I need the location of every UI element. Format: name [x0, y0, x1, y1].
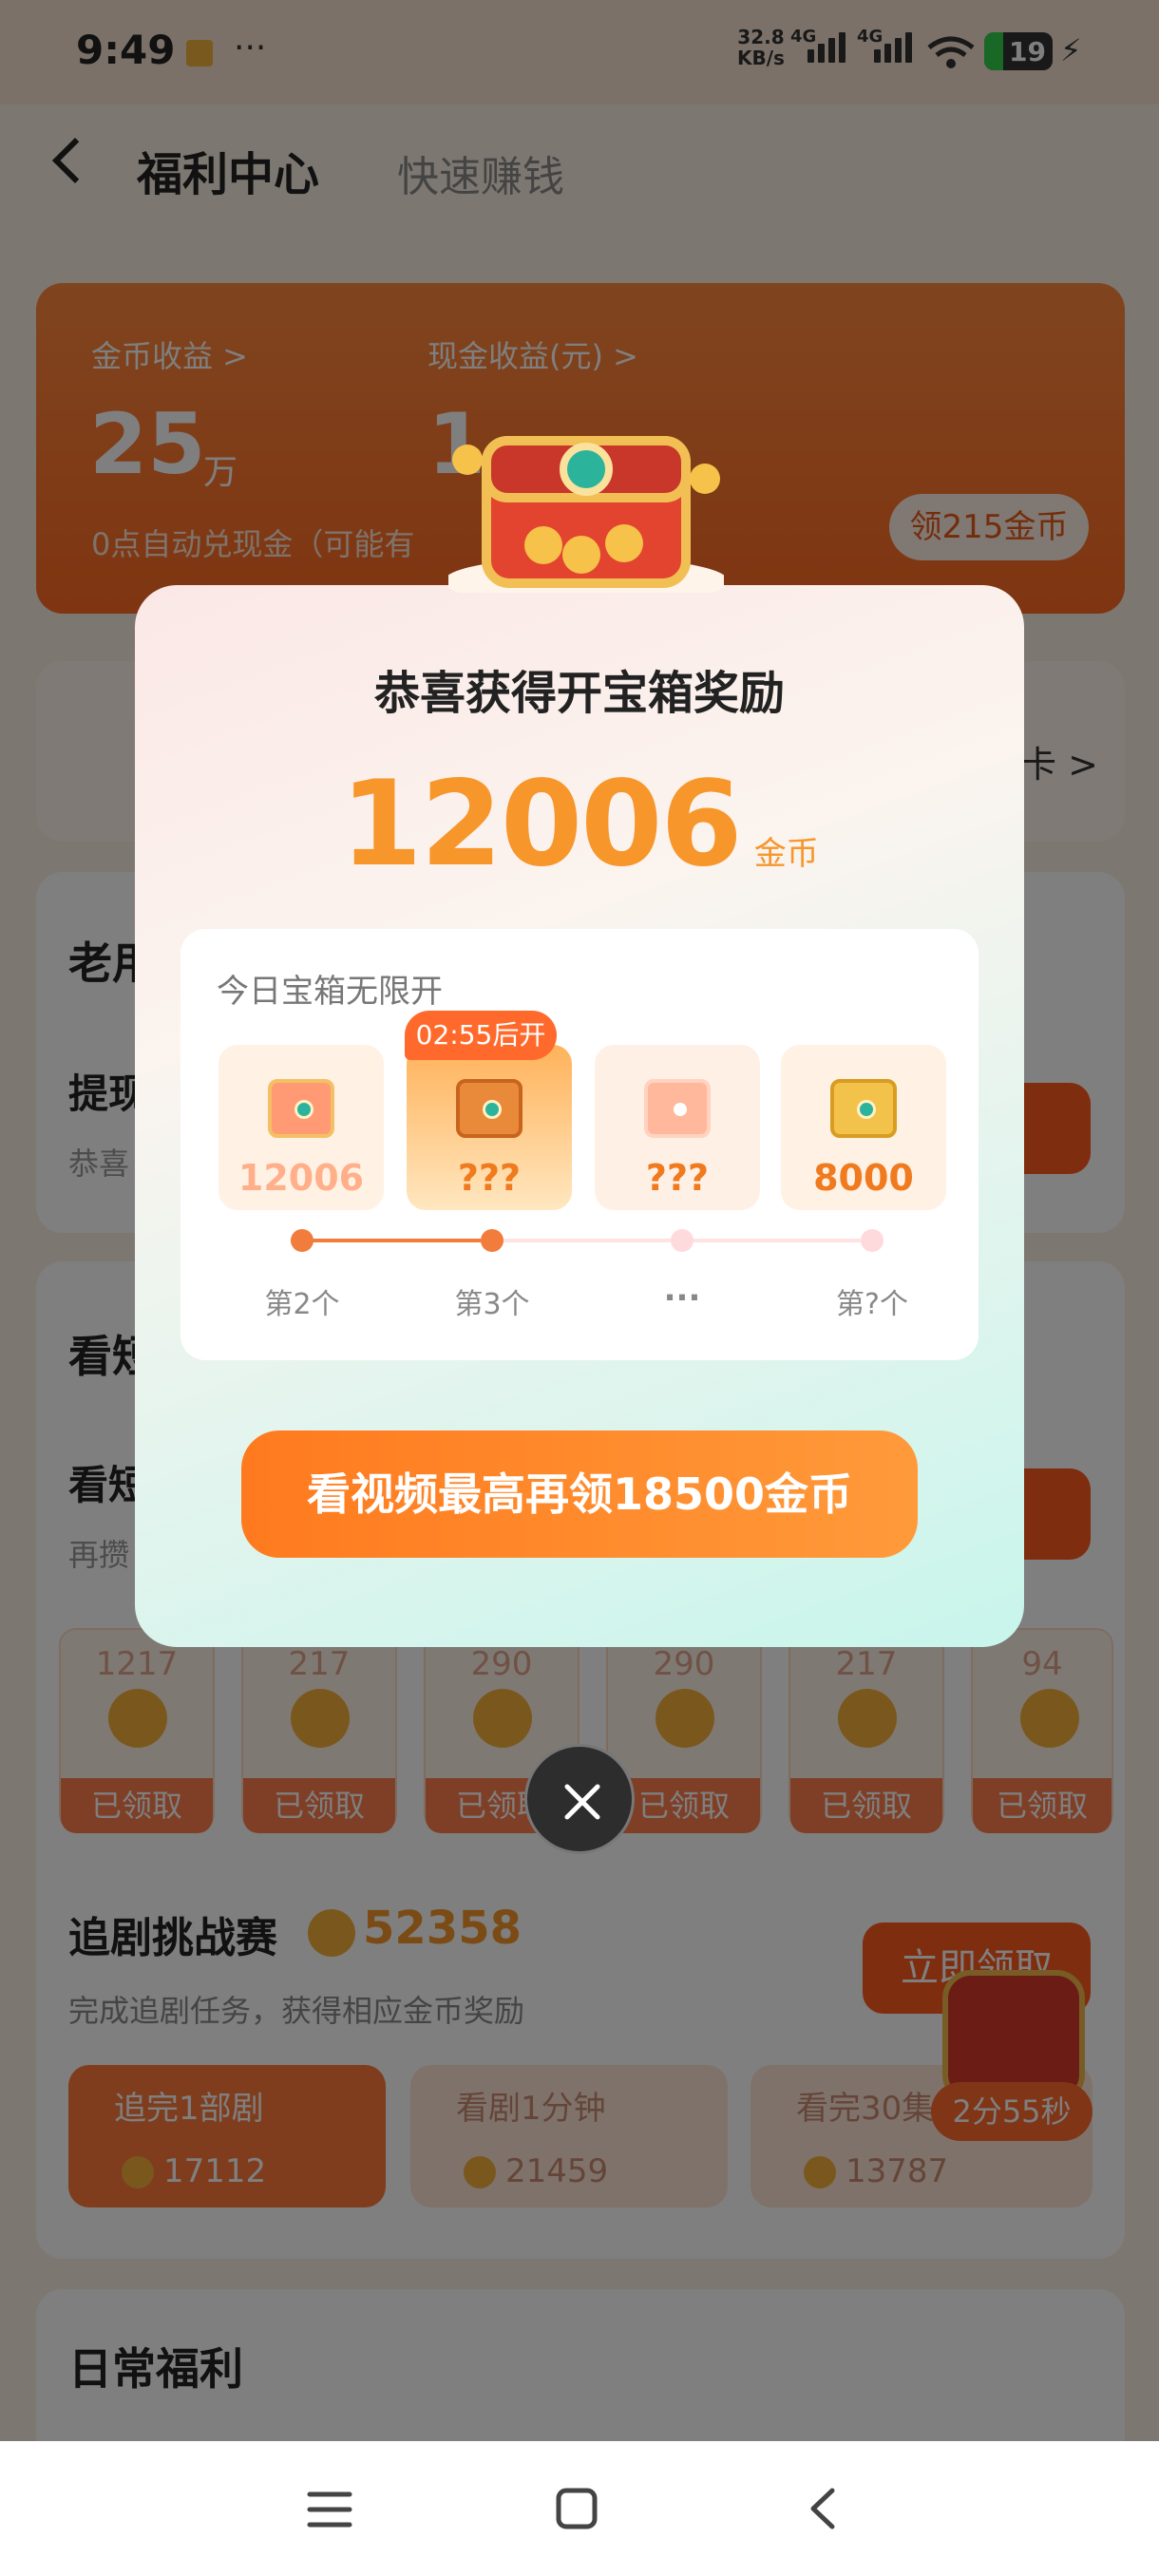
close-icon	[564, 1784, 600, 1820]
reward-amount: 12006 金币	[135, 756, 1024, 893]
chest-icon	[644, 1079, 711, 1138]
step-label: 第?个	[836, 1288, 908, 1321]
treasure-box-current[interactable]: ???	[407, 1045, 572, 1210]
treasure-box-value: 12006	[238, 1157, 365, 1199]
chest-timer-badge: 02:55后开	[405, 1011, 557, 1060]
progress-dot	[481, 1229, 504, 1252]
watch-video-button[interactable]: 看视频最高再领18500金币	[241, 1430, 918, 1558]
progress-track-filled	[291, 1239, 481, 1242]
nav-back-icon[interactable]	[804, 2485, 842, 2532]
treasure-caption: 今日宝箱无限开	[217, 973, 443, 1011]
close-dialog-button[interactable]	[524, 1744, 635, 1854]
treasure-box-value: 8000	[813, 1157, 914, 1199]
step-label: ...	[663, 1271, 701, 1309]
progress-dot	[291, 1229, 314, 1252]
dialog-title: 恭喜获得开宝箱奖励	[373, 667, 785, 720]
treasure-box: 8000	[781, 1045, 946, 1210]
treasure-box: 12006	[218, 1045, 384, 1210]
step-label: 第2个	[264, 1288, 340, 1321]
chest-icon	[830, 1079, 897, 1138]
home-icon[interactable]	[555, 2487, 598, 2530]
progress-dot	[861, 1229, 884, 1252]
menu-icon[interactable]	[306, 2489, 353, 2530]
treasure-box-value: ???	[457, 1157, 522, 1199]
chest-icon	[456, 1079, 522, 1138]
treasure-box: ???	[595, 1045, 760, 1210]
chest-icon	[268, 1079, 334, 1138]
treasure-chest-icon	[448, 436, 724, 593]
reward-currency: 金币	[753, 835, 819, 873]
progress-dot	[671, 1229, 694, 1252]
step-label: 第3个	[454, 1288, 530, 1321]
reward-dialog: 恭喜获得开宝箱奖励 12006 金币 今日宝箱无限开 12006 ??? ??? …	[135, 585, 1024, 1647]
treasure-progress-card: 今日宝箱无限开 12006 ??? ??? 8000 02:55后开 第2个 第…	[180, 929, 978, 1360]
reward-amount-value: 12006	[340, 756, 742, 893]
treasure-box-value: ???	[645, 1157, 710, 1199]
system-nav-bar	[0, 2441, 1159, 2576]
